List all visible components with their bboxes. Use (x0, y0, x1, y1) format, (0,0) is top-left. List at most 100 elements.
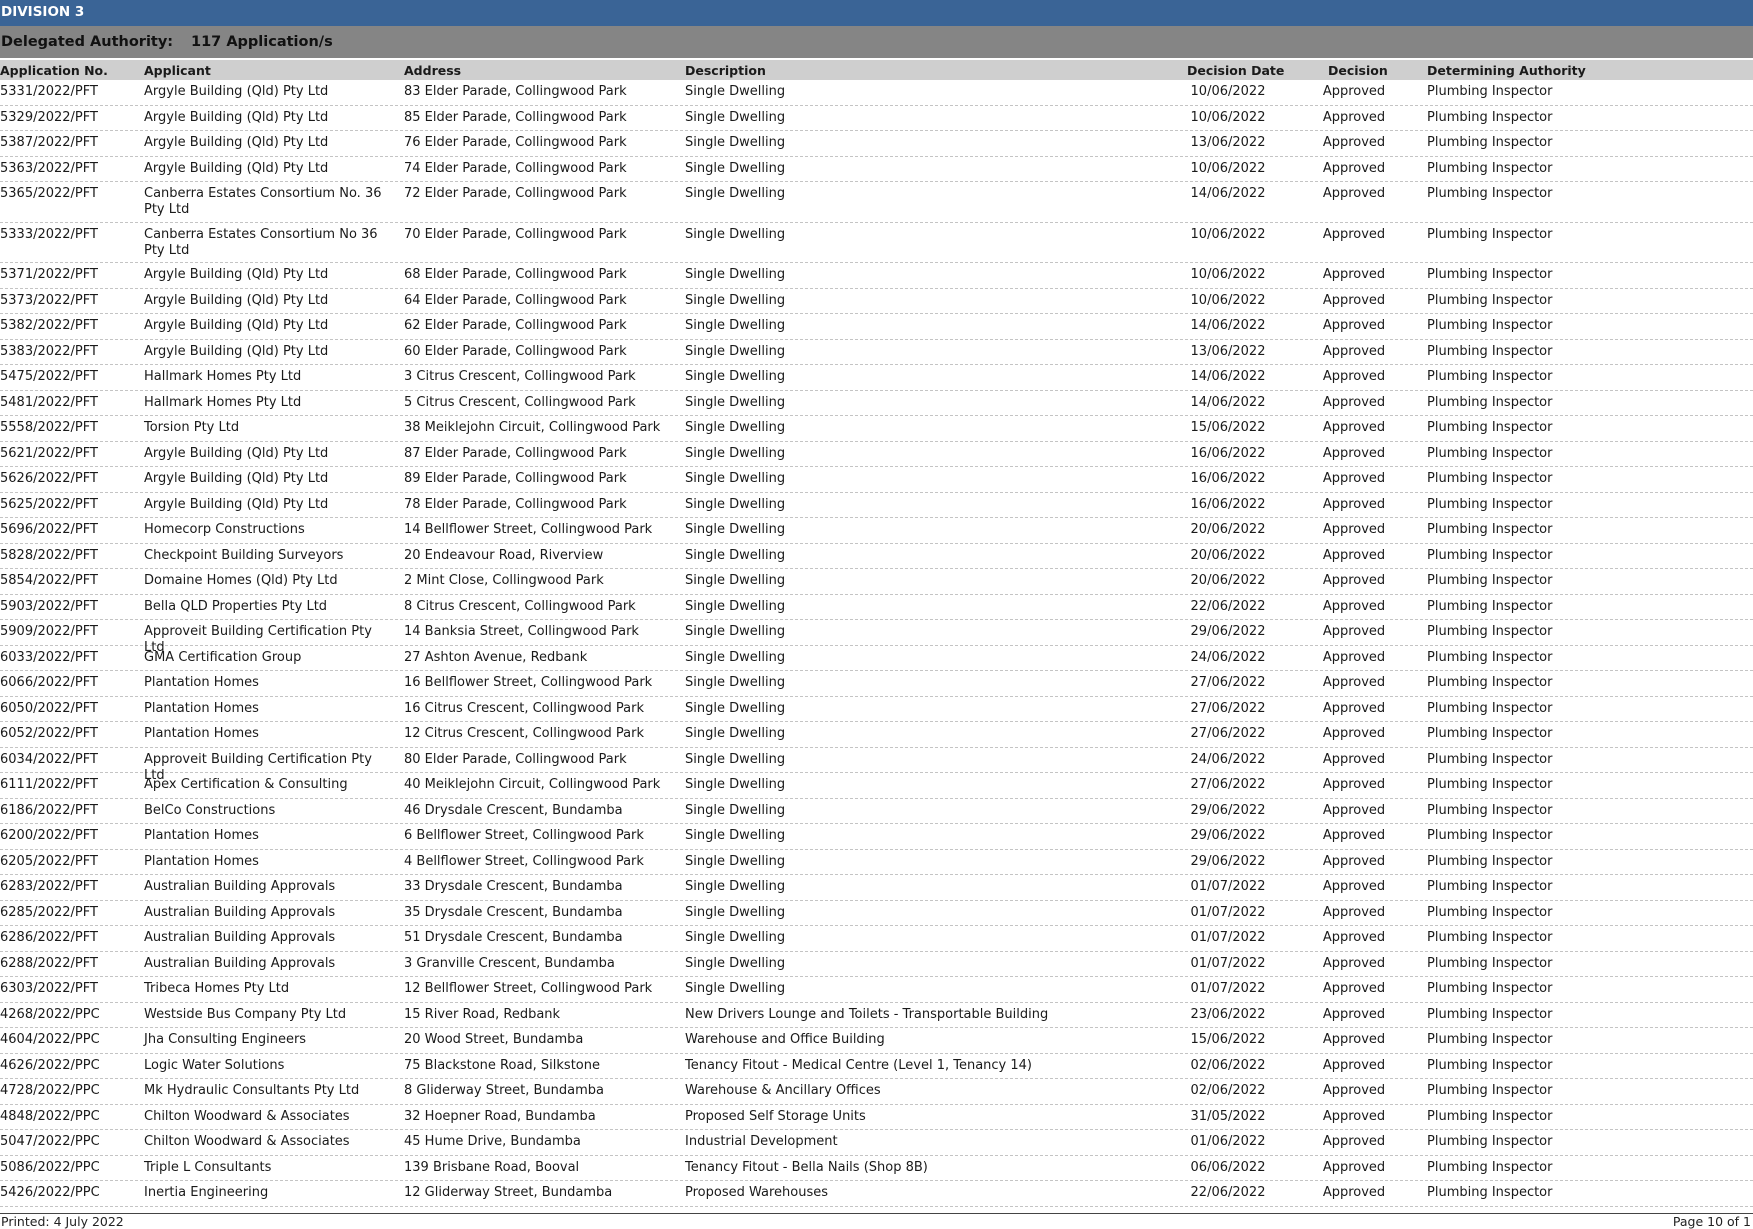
cell-determining-authority: Plumbing Inspector (1427, 1083, 1553, 1098)
cell-description: Single Dwelling (685, 675, 786, 690)
cell-address: 75 Blackstone Road, Silkstone (404, 1057, 600, 1073)
cell-determining-authority: Plumbing Inspector (1427, 292, 1553, 308)
cell-applicant: Argyle Building (Qld) Pty Ltd (144, 267, 329, 282)
cell-description: New Drivers Lounge and Toilets - Transpo… (685, 1006, 1049, 1022)
cell-decision-date: 10/06/2022 (1190, 226, 1266, 242)
cell-decision: Approved (1322, 828, 1386, 843)
cell-decision-date: 01/07/2022 (1190, 904, 1266, 920)
cell-description: Single Dwelling (685, 777, 786, 792)
cell-description: Single Dwelling (685, 420, 786, 435)
cell-description: Single Dwelling (685, 135, 786, 150)
cell-determining-authority: Plumbing Inspector (1427, 160, 1553, 176)
table-row: 5331/2022/PFT Argyle Building (Qld) Pty L… (0, 80, 1753, 106)
cell-decision: Approved (1322, 751, 1386, 767)
cell-applicant: Argyle Building (Qld) Pty Ltd (144, 135, 329, 150)
cell-address: 70 Elder Parade, Collingwood Park (404, 226, 627, 242)
cell-decision-date: 29/06/2022 (1190, 828, 1266, 843)
cell-application-no: 5333/2022/PFT (0, 226, 98, 242)
cell-address: 78 Elder Parade, Collingwood Park (404, 496, 627, 512)
cell-decision-date: 02/06/2022 (1190, 1083, 1266, 1098)
table-row: 5329/2022/PFT Argyle Building (Qld) Pty L… (0, 106, 1753, 131)
table-row: 6033/2022/PFT GMA Certification Group 27 A… (0, 646, 1753, 671)
cell-application-no: 4728/2022/PPC (0, 1083, 100, 1098)
cell-decision: Approved (1322, 1057, 1386, 1073)
cell-applicant: Hallmark Homes Pty Ltd (144, 394, 302, 410)
cell-determining-authority: Plumbing Inspector (1427, 649, 1553, 665)
cell-address: 12 Gliderway Street, Bundamba (404, 1185, 613, 1200)
table-row: 5383/2022/PFT Argyle Building (Qld) Pty L… (0, 340, 1753, 365)
table-row: 6285/2022/PFT Australian Building Approva… (0, 901, 1753, 926)
cell-determining-authority: Plumbing Inspector (1427, 1185, 1553, 1200)
cell-address: 20 Wood Street, Bundamba (404, 1032, 584, 1047)
cell-decision-date: 06/06/2022 (1190, 1159, 1266, 1175)
cell-applicant: Plantation Homes (144, 726, 259, 741)
cell-decision-date: 10/06/2022 (1190, 109, 1266, 125)
table-row: 5696/2022/PFT Homecorp Constructions 14 Be… (0, 518, 1753, 544)
cell-decision: Approved (1322, 981, 1386, 996)
cell-address: 16 Bellflower Street, Collingwood Park (404, 675, 653, 690)
cell-application-no: 5558/2022/PFT (0, 420, 98, 435)
cell-decision-date: 22/06/2022 (1190, 598, 1266, 614)
delegated-authority-bar: Delegated Authority: 117 Application/s (0, 26, 1753, 58)
cell-application-no: 6288/2022/PFT (0, 955, 98, 971)
cell-address: 16 Citrus Crescent, Collingwood Park (404, 700, 644, 716)
cell-decision: Approved (1322, 394, 1386, 410)
cell-decision-date: 23/06/2022 (1190, 1006, 1266, 1022)
cell-description: Single Dwelling (685, 726, 786, 741)
cell-application-no: 5828/2022/PFT (0, 547, 98, 563)
cell-applicant: Canberra Estates Consortium No 36 Pty Lt… (144, 226, 378, 258)
table-row: 6200/2022/PFT Plantation Homes 6 Bellflowe… (0, 824, 1753, 850)
cell-application-no: 5373/2022/PFT (0, 292, 98, 308)
cell-description: Single Dwelling (685, 930, 786, 945)
cell-address: 14 Bellflower Street, Collingwood Park (404, 522, 653, 537)
cell-applicant: Australian Building Approvals (144, 930, 336, 945)
cell-decision-date: 15/06/2022 (1190, 1032, 1266, 1047)
cell-decision: Approved (1322, 675, 1386, 690)
cell-application-no: 5371/2022/PFT (0, 267, 98, 282)
cell-application-no: 5475/2022/PFT (0, 369, 98, 384)
cell-address: 64 Elder Parade, Collingwood Park (404, 292, 627, 308)
table-row: 5373/2022/PFT Argyle Building (Qld) Pty L… (0, 289, 1753, 314)
cell-determining-authority: Plumbing Inspector (1427, 135, 1553, 150)
cell-address: 74 Elder Parade, Collingwood Park (404, 160, 627, 176)
cell-address: 85 Elder Parade, Collingwood Park (404, 109, 627, 125)
cell-decision-date: 14/06/2022 (1190, 318, 1266, 333)
cell-determining-authority: Plumbing Inspector (1427, 496, 1553, 512)
cell-determining-authority: Plumbing Inspector (1427, 343, 1553, 359)
cell-decision-date: 29/06/2022 (1190, 853, 1266, 869)
cell-determining-authority: Plumbing Inspector (1427, 700, 1553, 716)
cell-application-no: 5903/2022/PFT (0, 598, 98, 614)
table-row: 5909/2022/PFT Approveit Building Certific… (0, 620, 1753, 655)
cell-decision-date: 02/06/2022 (1190, 1057, 1266, 1073)
cell-applicant: Triple L Consultants (144, 1159, 272, 1175)
cell-determining-authority: Plumbing Inspector (1427, 853, 1553, 869)
cell-address: 2 Mint Close, Collingwood Park (404, 573, 604, 588)
cell-determining-authority: Plumbing Inspector (1427, 1159, 1553, 1175)
cell-decision-date: 22/06/2022 (1190, 1185, 1266, 1200)
cell-decision: Approved (1322, 1134, 1386, 1149)
cell-determining-authority: Plumbing Inspector (1427, 828, 1553, 843)
header-decision-date: Decision Date (1187, 63, 1285, 78)
cell-decision: Approved (1322, 573, 1386, 588)
cell-determining-authority: Plumbing Inspector (1427, 522, 1553, 537)
cell-determining-authority: Plumbing Inspector (1427, 267, 1553, 282)
cell-determining-authority: Plumbing Inspector (1427, 394, 1553, 410)
cell-application-no: 4626/2022/PPC (0, 1057, 100, 1073)
table-row: 5828/2022/PFT Checkpoint Building Surveyo… (0, 544, 1753, 569)
cell-decision-date: 24/06/2022 (1190, 751, 1266, 767)
cell-decision-date: 20/06/2022 (1190, 573, 1266, 588)
cell-decision-date: 14/06/2022 (1190, 369, 1266, 384)
cell-applicant: Inertia Engineering (144, 1185, 269, 1200)
cell-description: Single Dwelling (685, 751, 786, 767)
cell-application-no: 6111/2022/PFT (0, 777, 98, 792)
cell-determining-authority: Plumbing Inspector (1427, 955, 1553, 971)
cell-description: Single Dwelling (685, 394, 786, 410)
footer-divider (0, 1213, 1753, 1214)
cell-decision: Approved (1322, 930, 1386, 945)
table-row: 5371/2022/PFT Argyle Building (Qld) Pty L… (0, 263, 1753, 289)
cell-applicant: Argyle Building (Qld) Pty Ltd (144, 471, 329, 486)
cell-applicant: Hallmark Homes Pty Ltd (144, 369, 302, 384)
cell-decision: Approved (1322, 496, 1386, 512)
cell-determining-authority: Plumbing Inspector (1427, 1006, 1553, 1022)
cell-address: 139 Brisbane Road, Booval (404, 1159, 580, 1175)
